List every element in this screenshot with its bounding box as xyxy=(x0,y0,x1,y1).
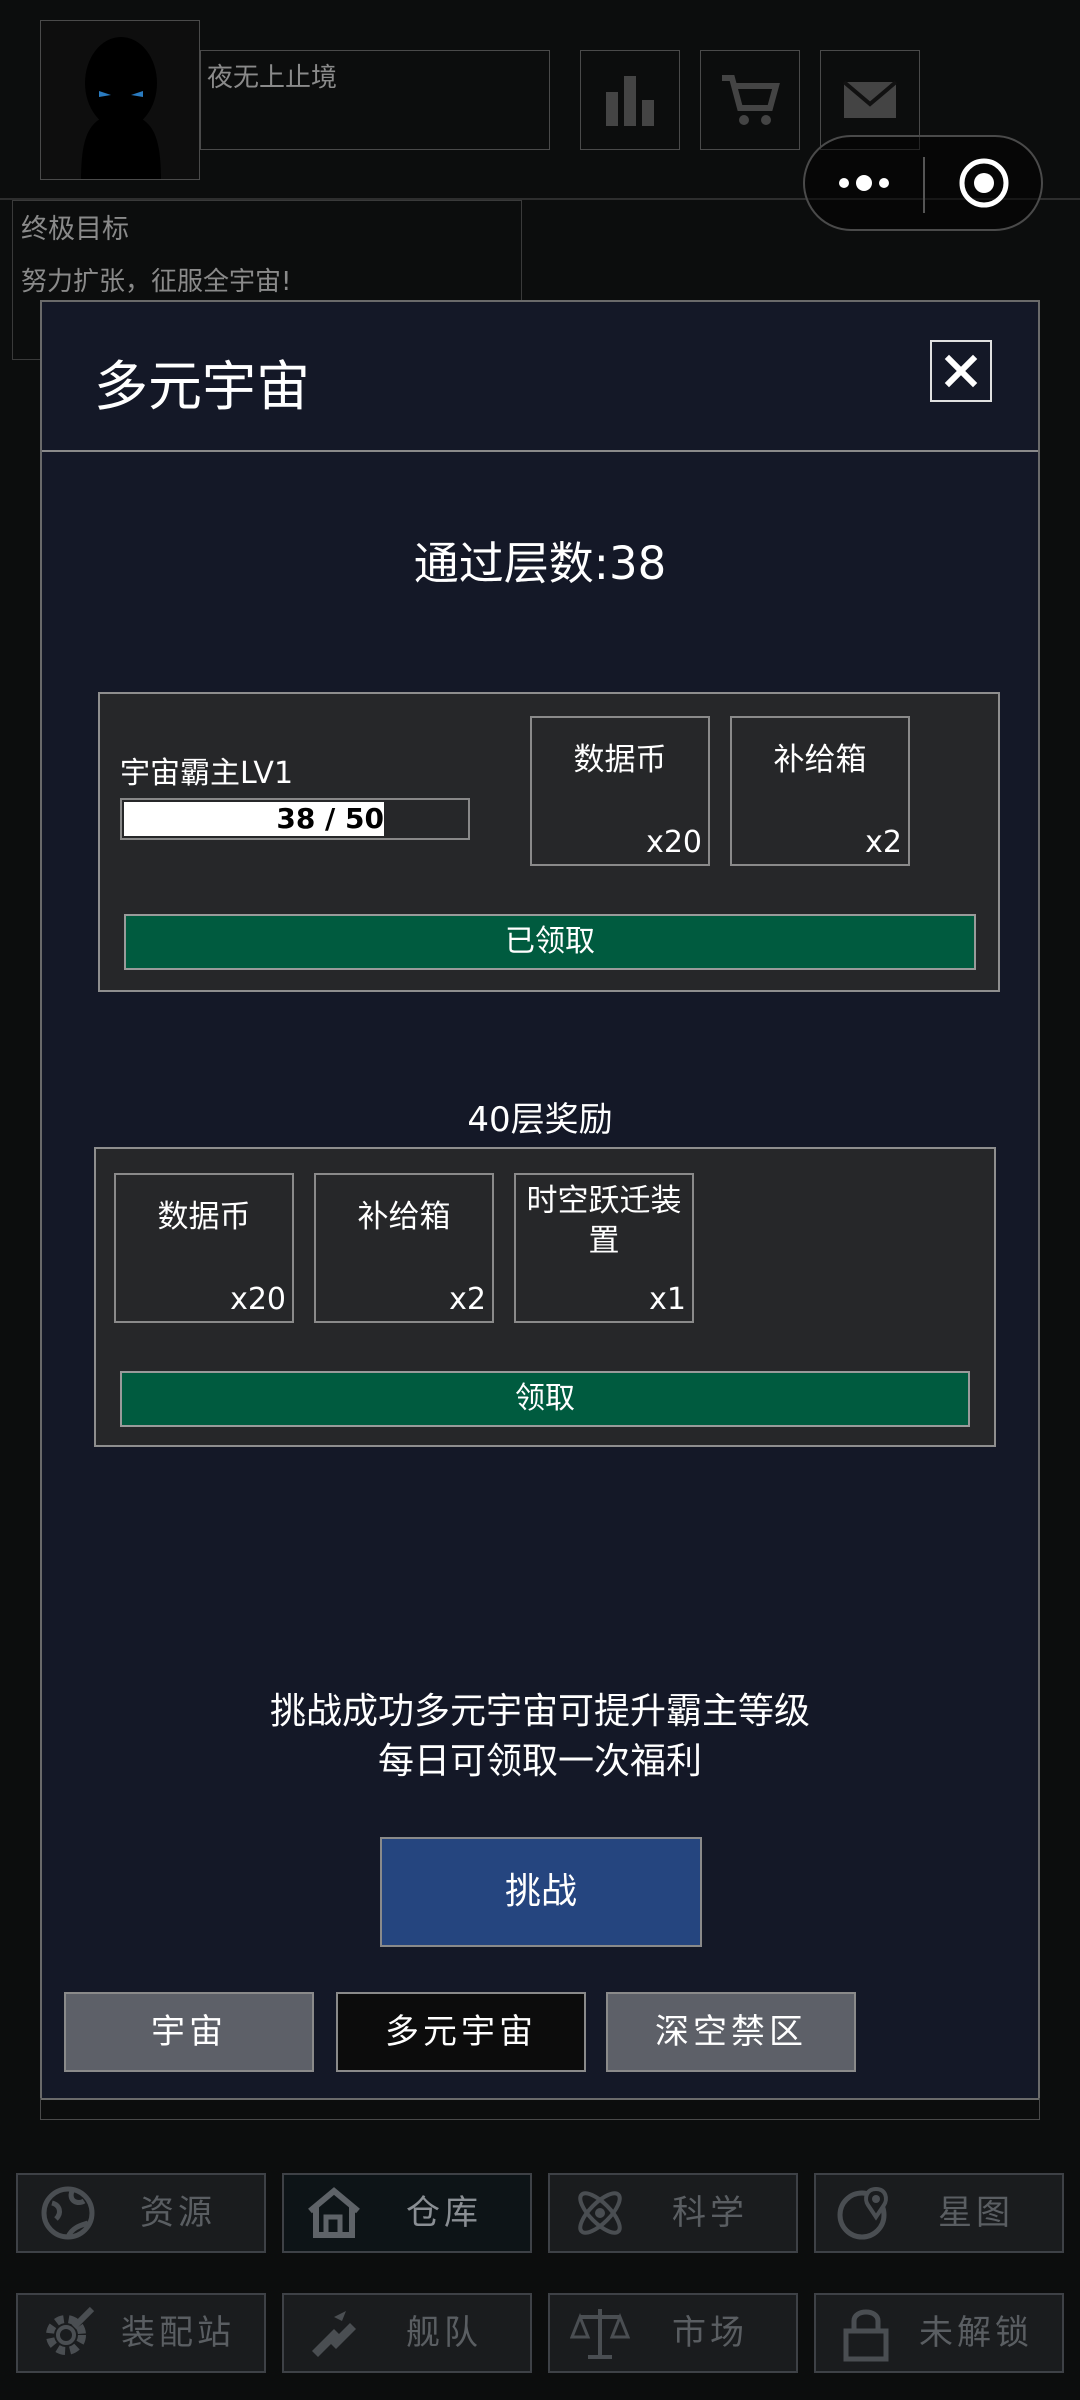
goal-title: 终极目标 xyxy=(21,214,129,245)
modal-bottom-edge xyxy=(40,2098,1040,2120)
reward-item-name: 时空跃迁装置 xyxy=(526,1183,682,1259)
more-dots-icon xyxy=(839,175,889,191)
player-name-box: 夜无上止境 xyxy=(200,50,550,150)
avatar[interactable] xyxy=(40,20,200,180)
nav-label: 资源 xyxy=(140,2193,216,2233)
nav-label: 市场 xyxy=(672,2313,748,2353)
nav-resources[interactable]: 资源 xyxy=(16,2173,266,2253)
more-button[interactable] xyxy=(805,137,923,229)
multiverse-modal: 多元宇宙 通过层数:38 宇宙霸主LV1 38 / 50 数据币 x20 补给箱… xyxy=(40,300,1040,2100)
nav-label: 科学 xyxy=(672,2193,748,2233)
next-reward-panel: 数据币 x20 补给箱 x2 时空跃迁装置 x1 领取 xyxy=(94,1147,996,1447)
miniprogram-capsule xyxy=(803,135,1043,231)
level-progress-bar: 38 / 50 xyxy=(120,798,470,840)
gear-wrench-icon xyxy=(46,2306,95,2355)
warehouse-icon xyxy=(308,2187,360,2238)
bar-chart-icon xyxy=(606,76,654,126)
reward-item-name: 数据币 xyxy=(157,1199,251,1235)
globe-icon xyxy=(41,2186,95,2240)
fleet-icon xyxy=(312,2311,356,2357)
exit-button[interactable] xyxy=(925,137,1043,229)
nav-label: 未解锁 xyxy=(919,2313,1033,2353)
scales-icon xyxy=(570,2309,630,2359)
map-pin-icon xyxy=(837,2186,888,2240)
reward-item-count: x2 xyxy=(865,825,902,860)
close-icon xyxy=(944,354,978,388)
close-button[interactable] xyxy=(930,340,992,402)
tab-deep-space[interactable]: 深空禁区 xyxy=(606,1992,856,2072)
progress-text: 38 / 50 xyxy=(276,802,384,835)
claim-button[interactable]: 领取 xyxy=(120,1371,970,1427)
next-reward-title: 40层奖励 xyxy=(467,1100,613,1140)
nav-fleet[interactable]: 舰队 xyxy=(282,2293,532,2373)
level-label: 宇宙霸主LV1 xyxy=(120,756,294,791)
reward-item[interactable]: 数据币 x20 xyxy=(114,1173,294,1323)
reward-item[interactable]: 补给箱 x2 xyxy=(314,1173,494,1323)
nav-label: 舰队 xyxy=(406,2313,482,2353)
nav-locked[interactable]: 未解锁 xyxy=(814,2293,1064,2373)
nav-label: 装配站 xyxy=(121,2313,235,2353)
passed-layers: 通过层数:38 xyxy=(413,537,667,590)
current-reward-panel: 宇宙霸主LV1 38 / 50 数据币 x20 补给箱 x2 已领取 xyxy=(98,692,1000,992)
reward-item-name: 数据币 xyxy=(573,742,667,778)
nav-market[interactable]: 市场 xyxy=(548,2293,798,2373)
nav-science[interactable]: 科学 xyxy=(548,2173,798,2253)
nav-warehouse[interactable]: 仓库 xyxy=(282,2173,532,2253)
reward-item-count: x2 xyxy=(449,1282,486,1317)
modal-title: 多元宇宙 xyxy=(94,355,310,418)
nav-star-map[interactable]: 星图 xyxy=(814,2173,1064,2253)
reward-item-count: x20 xyxy=(230,1282,286,1317)
reward-item-count: x1 xyxy=(649,1282,686,1317)
reward-item[interactable]: 数据币 x20 xyxy=(530,716,710,866)
reward-item[interactable]: 时空跃迁装置 x1 xyxy=(514,1173,694,1323)
target-icon xyxy=(959,158,1009,208)
reward-item-name: 补给箱 xyxy=(773,742,867,778)
nav-label: 仓库 xyxy=(406,2193,482,2233)
ranking-button[interactable] xyxy=(580,50,680,150)
shop-button[interactable] xyxy=(700,50,800,150)
goal-text: 努力扩张，征服全宇宙! xyxy=(21,267,292,297)
hint-line-2: 每日可领取一次福利 xyxy=(377,1741,702,1782)
modal-divider xyxy=(42,450,1038,452)
atom-icon xyxy=(578,2191,622,2235)
nav-assembly[interactable]: 装配站 xyxy=(16,2293,266,2373)
challenge-button[interactable]: 挑战 xyxy=(380,1837,702,1947)
reward-item-name: 补给箱 xyxy=(357,1199,451,1235)
reward-item-count: x20 xyxy=(646,825,702,860)
player-name: 夜无上止境 xyxy=(207,63,338,93)
claimed-button[interactable]: 已领取 xyxy=(124,914,976,970)
hint-line-1: 挑战成功多元宇宙可提升霸主等级 xyxy=(269,1691,810,1732)
tab-multiverse[interactable]: 多元宇宙 xyxy=(336,1992,586,2072)
lock-icon xyxy=(843,2309,889,2362)
nav-label: 星图 xyxy=(938,2193,1014,2233)
cart-icon xyxy=(722,75,780,125)
hooded-figure-icon xyxy=(41,21,199,179)
tab-universe[interactable]: 宇宙 xyxy=(64,1992,314,2072)
reward-item[interactable]: 补给箱 x2 xyxy=(730,716,910,866)
mail-icon xyxy=(842,80,898,118)
